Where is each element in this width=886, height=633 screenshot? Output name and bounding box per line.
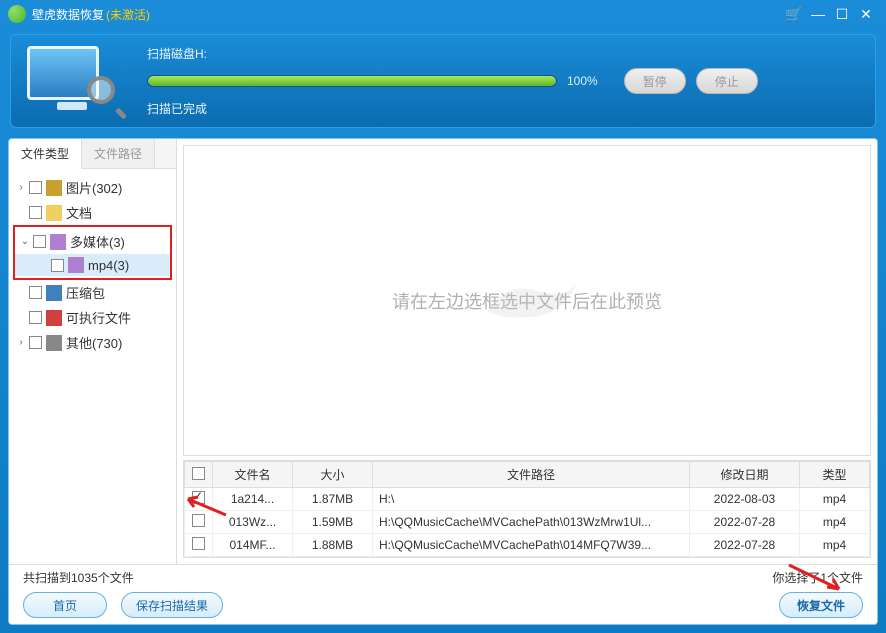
picture-icon bbox=[46, 180, 62, 196]
checkbox[interactable] bbox=[29, 206, 42, 219]
pause-button[interactable]: 暂停 bbox=[624, 68, 686, 94]
table-row[interactable]: 013Wz...1.59MBH:\QQMusicCache\MVCachePat… bbox=[185, 511, 870, 534]
monitor-scan-icon bbox=[27, 46, 117, 116]
cell-path: H:\QQMusicCache\MVCachePath\013WzMrw1Ul.… bbox=[373, 511, 690, 534]
tab-file-path[interactable]: 文件路径 bbox=[82, 139, 155, 168]
document-icon bbox=[46, 205, 62, 221]
table-row[interactable]: 1a214...1.87MBH:\2022-08-03mp4 bbox=[185, 488, 870, 511]
preview-panel: 请在左边选框选中文件后在此预览 bbox=[183, 145, 871, 456]
col-type[interactable]: 类型 bbox=[800, 462, 870, 488]
cell-type: mp4 bbox=[800, 534, 870, 557]
scan-done-label: 扫描已完成 bbox=[147, 100, 859, 117]
col-path[interactable]: 文件路径 bbox=[373, 462, 690, 488]
recover-button[interactable]: 恢复文件 bbox=[779, 592, 863, 618]
chevron-right-icon[interactable]: › bbox=[15, 337, 27, 348]
select-all-checkbox[interactable] bbox=[192, 467, 205, 480]
cell-type: mp4 bbox=[800, 488, 870, 511]
cell-size: 1.87MB bbox=[293, 488, 373, 511]
cell-path: H:\QQMusicCache\MVCachePath\014MFQ7W39..… bbox=[373, 534, 690, 557]
minimize-button[interactable]: — bbox=[806, 4, 830, 24]
checkbox[interactable] bbox=[29, 286, 42, 299]
checkbox[interactable] bbox=[29, 336, 42, 349]
executable-icon bbox=[46, 310, 62, 326]
footer: 共扫描到1035个文件 你选择了1个文件 首页 保存扫描结果 恢复文件 bbox=[9, 564, 877, 624]
cell-size: 1.59MB bbox=[293, 511, 373, 534]
scan-progress-percent: 100% bbox=[567, 74, 598, 88]
scan-target-label: 扫描磁盘H: bbox=[147, 45, 859, 62]
file-type-tree: › 图片(302) 文档 ⌄ bbox=[9, 169, 176, 361]
stop-button[interactable]: 停止 bbox=[696, 68, 758, 94]
close-button[interactable]: ✕ bbox=[854, 4, 878, 24]
col-size[interactable]: 大小 bbox=[293, 462, 373, 488]
gecko-watermark-icon bbox=[467, 261, 587, 341]
row-checkbox[interactable] bbox=[192, 514, 205, 527]
cell-mtime: 2022-07-28 bbox=[690, 534, 800, 557]
table-row[interactable]: 014MF...1.88MBH:\QQMusicCache\MVCachePat… bbox=[185, 534, 870, 557]
tree-label: 图片(302) bbox=[66, 178, 122, 197]
save-results-button[interactable]: 保存扫描结果 bbox=[121, 592, 223, 618]
checkbox[interactable] bbox=[51, 259, 64, 272]
maximize-button[interactable]: ☐ bbox=[830, 4, 854, 24]
content-area: 文件类型 文件路径 › 图片(302) 文档 bbox=[8, 138, 878, 625]
row-checkbox[interactable] bbox=[192, 537, 205, 550]
sidebar-tabs: 文件类型 文件路径 bbox=[9, 139, 176, 169]
cell-path: H:\ bbox=[373, 488, 690, 511]
media-icon bbox=[68, 257, 84, 273]
archive-icon bbox=[46, 285, 62, 301]
tree-item-mp4[interactable]: mp4(3) bbox=[15, 254, 170, 276]
highlight-box: ⌄ 多媒体(3) mp4(3) bbox=[13, 225, 172, 280]
cell-mtime: 2022-07-28 bbox=[690, 511, 800, 534]
chevron-down-icon[interactable]: ⌄ bbox=[19, 236, 31, 247]
tree-label: 压缩包 bbox=[66, 283, 105, 302]
main-panel: 请在左边选框选中文件后在此预览 文件名 大小 文件路径 修改日期 类型 bbox=[177, 139, 877, 564]
checkbox[interactable] bbox=[29, 311, 42, 324]
checkbox[interactable] bbox=[33, 235, 46, 248]
table-header-row: 文件名 大小 文件路径 修改日期 类型 bbox=[185, 462, 870, 488]
scan-progress-bar bbox=[147, 75, 557, 87]
app-logo-icon bbox=[8, 5, 26, 23]
cell-filename: 014MF... bbox=[213, 534, 293, 557]
scan-info: 扫描磁盘H: 100% 暂停 停止 扫描已完成 bbox=[147, 45, 859, 117]
scan-progress-fill bbox=[148, 76, 556, 86]
other-icon bbox=[46, 335, 62, 351]
tree-label: 可执行文件 bbox=[66, 308, 131, 327]
scan-panel: 扫描磁盘H: 100% 暂停 停止 扫描已完成 bbox=[10, 34, 876, 128]
cell-filename: 1a214... bbox=[213, 488, 293, 511]
tree-label: mp4(3) bbox=[88, 258, 129, 273]
home-button[interactable]: 首页 bbox=[23, 592, 107, 618]
cell-type: mp4 bbox=[800, 511, 870, 534]
cell-filename: 013Wz... bbox=[213, 511, 293, 534]
sidebar: 文件类型 文件路径 › 图片(302) 文档 bbox=[9, 139, 177, 564]
app-window: 壁虎数据恢复 (未激活) 🛒 — ☐ ✕ 扫描磁盘H: 100% 暂停 停止 bbox=[0, 0, 886, 633]
tree-label: 文档 bbox=[66, 203, 92, 222]
tree-item-other[interactable]: › 其他(730) bbox=[11, 330, 174, 355]
row-checkbox[interactable] bbox=[192, 491, 205, 504]
col-mtime[interactable]: 修改日期 bbox=[690, 462, 800, 488]
not-activated-label: (未激活) bbox=[106, 6, 150, 23]
cell-size: 1.88MB bbox=[293, 534, 373, 557]
scanned-count-label: 共扫描到1035个文件 bbox=[23, 569, 134, 586]
tree-item-archive[interactable]: 压缩包 bbox=[11, 280, 174, 305]
tree-item-documents[interactable]: 文档 bbox=[11, 200, 174, 225]
tab-file-type[interactable]: 文件类型 bbox=[9, 139, 82, 169]
app-title: 壁虎数据恢复 bbox=[32, 6, 104, 23]
cell-mtime: 2022-08-03 bbox=[690, 488, 800, 511]
tree-label: 其他(730) bbox=[66, 333, 122, 352]
checkbox[interactable] bbox=[29, 181, 42, 194]
chevron-right-icon[interactable]: › bbox=[15, 182, 27, 193]
tree-item-executable[interactable]: 可执行文件 bbox=[11, 305, 174, 330]
col-filename[interactable]: 文件名 bbox=[213, 462, 293, 488]
tree-item-pictures[interactable]: › 图片(302) bbox=[11, 175, 174, 200]
cart-icon[interactable]: 🛒 bbox=[782, 4, 806, 24]
tree-item-multimedia[interactable]: ⌄ 多媒体(3) bbox=[15, 229, 170, 254]
media-icon bbox=[50, 234, 66, 250]
tree-label: 多媒体(3) bbox=[70, 232, 125, 251]
titlebar: 壁虎数据恢复 (未激活) 🛒 — ☐ ✕ bbox=[0, 0, 886, 28]
file-table: 文件名 大小 文件路径 修改日期 类型 1a214...1.87MBH:\202… bbox=[183, 460, 871, 558]
selected-count-label: 你选择了1个文件 bbox=[772, 569, 863, 586]
